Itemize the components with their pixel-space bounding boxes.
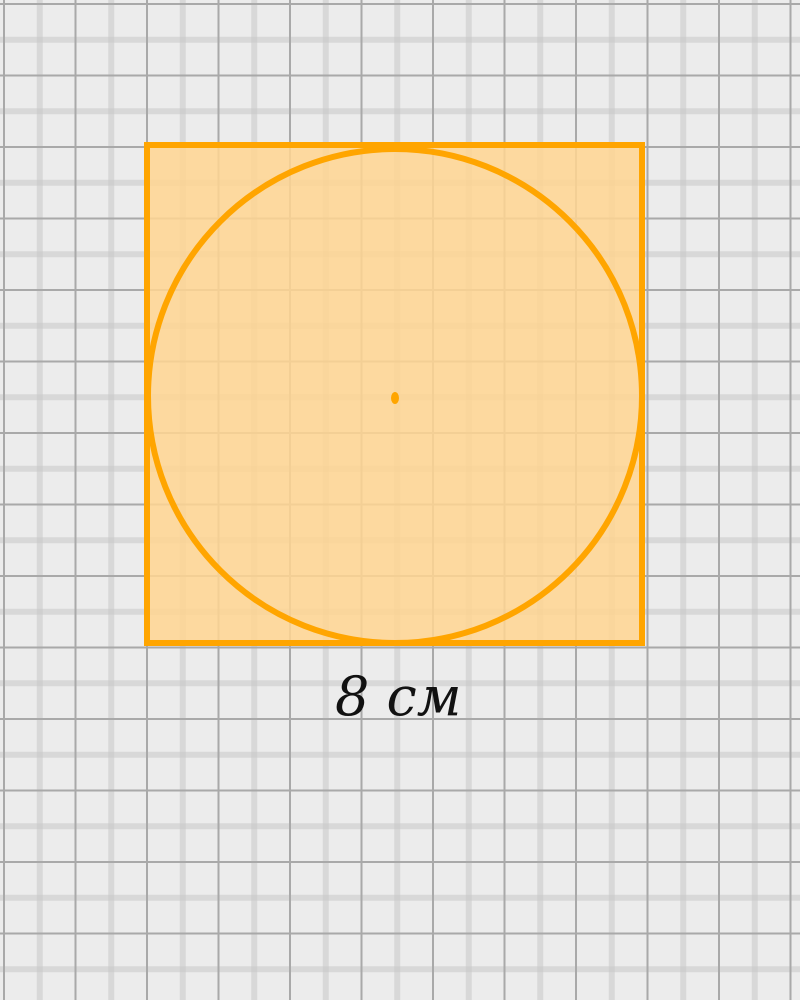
geometry-figure: [144, 142, 645, 646]
side-length-label: 8 см: [335, 665, 462, 728]
center-point: [391, 392, 399, 404]
graph-paper-canvas: 8 см: [0, 0, 800, 1000]
